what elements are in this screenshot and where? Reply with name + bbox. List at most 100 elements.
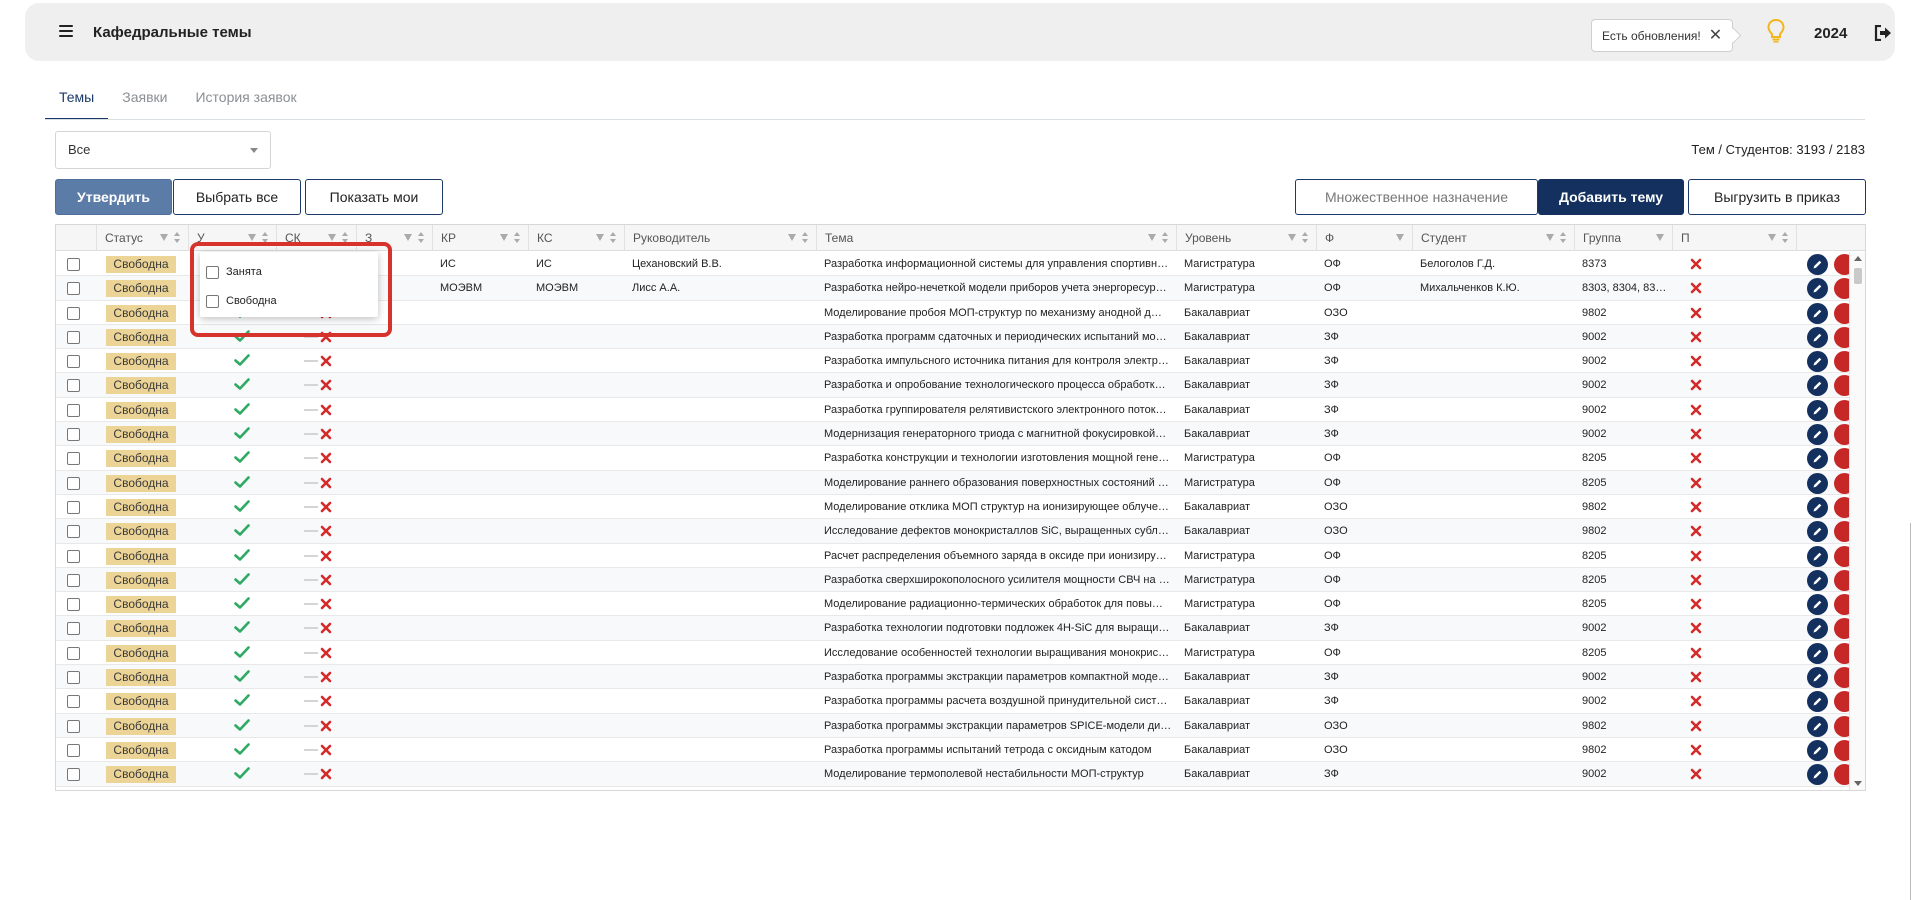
row-checkbox[interactable] bbox=[67, 743, 80, 757]
edit-button[interactable] bbox=[1807, 424, 1828, 446]
table-row[interactable]: Свободна Разработка программы экстракции … bbox=[56, 713, 1850, 738]
table-row[interactable]: Свободна Разработка сверхширокополосного … bbox=[56, 567, 1850, 593]
delete-button[interactable] bbox=[1834, 351, 1850, 373]
edit-button[interactable] bbox=[1807, 594, 1828, 616]
col-student[interactable]: Студент bbox=[1412, 225, 1574, 251]
table-row[interactable]: Свободна Моделирование отклика МОП структ… bbox=[56, 495, 1850, 520]
edit-button[interactable] bbox=[1807, 351, 1828, 373]
tab-topics[interactable]: Темы bbox=[45, 84, 109, 120]
col-form[interactable]: Ф bbox=[1316, 225, 1412, 251]
col-ks[interactable]: КС bbox=[528, 225, 624, 251]
table-row[interactable]: Свободна Моделирование термополевой неста… bbox=[56, 762, 1850, 787]
row-checkbox[interactable] bbox=[67, 695, 80, 709]
edit-button[interactable] bbox=[1807, 278, 1828, 300]
row-checkbox[interactable] bbox=[67, 355, 80, 369]
delete-button[interactable] bbox=[1834, 399, 1850, 421]
edit-button[interactable] bbox=[1807, 472, 1828, 494]
close-icon[interactable]: ✕ bbox=[1709, 27, 1722, 44]
edit-button[interactable] bbox=[1807, 399, 1828, 421]
table-row[interactable]: Свободна Разработка и опробование техноло… bbox=[56, 373, 1850, 398]
table-row[interactable]: Свободна Разработка импульсного источника… bbox=[56, 349, 1850, 374]
filter-option-occupied[interactable]: Занята bbox=[206, 260, 262, 284]
edit-button[interactable] bbox=[1807, 691, 1828, 713]
edit-button[interactable] bbox=[1807, 667, 1828, 689]
edit-button[interactable] bbox=[1807, 496, 1828, 518]
row-checkbox[interactable] bbox=[67, 768, 80, 782]
col-level[interactable]: Уровень bbox=[1176, 225, 1316, 251]
table-row[interactable]: Свободна Исследование дефектов монокриста… bbox=[56, 519, 1850, 544]
delete-button[interactable] bbox=[1834, 254, 1850, 275]
row-checkbox[interactable] bbox=[67, 306, 80, 320]
table-row[interactable]: Свободна Разработка программы расчета воз… bbox=[56, 689, 1850, 714]
col-group[interactable]: Группа bbox=[1574, 225, 1672, 251]
table-scrollbar[interactable] bbox=[1849, 252, 1865, 790]
edit-button[interactable] bbox=[1807, 545, 1828, 567]
tab-requests[interactable]: Заявки bbox=[108, 84, 181, 120]
edit-button[interactable] bbox=[1807, 739, 1828, 761]
filter-option-free[interactable]: Свободна bbox=[206, 289, 277, 313]
delete-button[interactable] bbox=[1834, 739, 1850, 761]
approve-button[interactable]: Утвердить bbox=[55, 179, 172, 215]
row-checkbox[interactable] bbox=[67, 500, 80, 514]
table-row[interactable]: Свободна Моделирование радиационно-термич… bbox=[56, 592, 1850, 617]
tab-request-history[interactable]: История заявок bbox=[181, 84, 310, 120]
table-row[interactable]: Свободна Расчет распределения объемного з… bbox=[56, 544, 1850, 568]
table-row[interactable]: Свободна Разработка программы испытаний т… bbox=[56, 738, 1850, 763]
edit-button[interactable] bbox=[1807, 448, 1828, 470]
row-checkbox[interactable] bbox=[67, 719, 80, 733]
menu-icon[interactable] bbox=[59, 25, 73, 37]
delete-button[interactable] bbox=[1834, 545, 1850, 567]
delete-button[interactable] bbox=[1834, 715, 1850, 737]
delete-button[interactable] bbox=[1834, 472, 1850, 494]
row-checkbox[interactable] bbox=[67, 573, 80, 587]
row-checkbox[interactable] bbox=[67, 403, 80, 417]
col-p[interactable]: П bbox=[1672, 225, 1796, 251]
delete-button[interactable] bbox=[1834, 326, 1850, 348]
col-topic[interactable]: Тема bbox=[816, 225, 1176, 251]
row-checkbox[interactable] bbox=[67, 671, 80, 685]
edit-button[interactable] bbox=[1807, 254, 1828, 275]
edit-button[interactable] bbox=[1807, 715, 1828, 737]
table-row[interactable]: Свободна Разработка программы экстракции … bbox=[56, 665, 1850, 690]
row-checkbox[interactable] bbox=[67, 258, 80, 271]
logout-icon[interactable] bbox=[1874, 25, 1892, 41]
row-checkbox[interactable] bbox=[67, 282, 80, 296]
col-status[interactable]: Статус bbox=[96, 225, 188, 251]
edit-button[interactable] bbox=[1807, 642, 1828, 664]
export-order-button[interactable]: Выгрузить в приказ bbox=[1688, 179, 1866, 215]
table-row[interactable]: Свободна Разработка технологии подготовки… bbox=[56, 616, 1850, 641]
delete-button[interactable] bbox=[1834, 375, 1850, 397]
select-all-button[interactable]: Выбрать все bbox=[173, 179, 301, 215]
row-checkbox[interactable] bbox=[67, 525, 80, 539]
add-topic-button[interactable]: Добавить тему bbox=[1538, 179, 1684, 215]
edit-button[interactable] bbox=[1807, 326, 1828, 348]
delete-button[interactable] bbox=[1834, 594, 1850, 616]
delete-button[interactable] bbox=[1834, 278, 1850, 300]
lightbulb-icon[interactable] bbox=[1767, 19, 1785, 43]
delete-button[interactable] bbox=[1834, 496, 1850, 518]
delete-button[interactable] bbox=[1834, 642, 1850, 664]
show-mine-button[interactable]: Показать мои bbox=[305, 179, 443, 215]
delete-button[interactable] bbox=[1834, 424, 1850, 446]
year-selector[interactable]: 2024 bbox=[1814, 25, 1847, 42]
table-row[interactable]: Свободна Модернизация генераторного триод… bbox=[56, 422, 1850, 447]
table-row[interactable]: Свободна Разработка конструкции и техноло… bbox=[56, 446, 1850, 471]
row-checkbox[interactable] bbox=[67, 622, 80, 636]
col-supervisor[interactable]: Руководитель bbox=[624, 225, 816, 251]
row-checkbox[interactable] bbox=[67, 379, 80, 393]
delete-button[interactable] bbox=[1834, 764, 1850, 786]
status-filter-select[interactable]: Все bbox=[55, 131, 271, 169]
edit-button[interactable] bbox=[1807, 521, 1828, 543]
checkbox[interactable] bbox=[206, 294, 219, 308]
row-checkbox[interactable] bbox=[67, 428, 80, 442]
multi-assign-button[interactable]: Множественное назначение bbox=[1295, 179, 1538, 215]
table-row[interactable]: Свободна Моделирование раннего образовани… bbox=[56, 470, 1850, 495]
row-checkbox[interactable] bbox=[67, 549, 80, 563]
delete-button[interactable] bbox=[1834, 302, 1850, 324]
row-checkbox[interactable] bbox=[67, 646, 80, 660]
delete-button[interactable] bbox=[1834, 521, 1850, 543]
checkbox[interactable] bbox=[206, 265, 219, 279]
delete-button[interactable] bbox=[1834, 667, 1850, 689]
edit-button[interactable] bbox=[1807, 618, 1828, 640]
table-row[interactable]: Свободна Разработка группирователя реляти… bbox=[56, 398, 1850, 423]
